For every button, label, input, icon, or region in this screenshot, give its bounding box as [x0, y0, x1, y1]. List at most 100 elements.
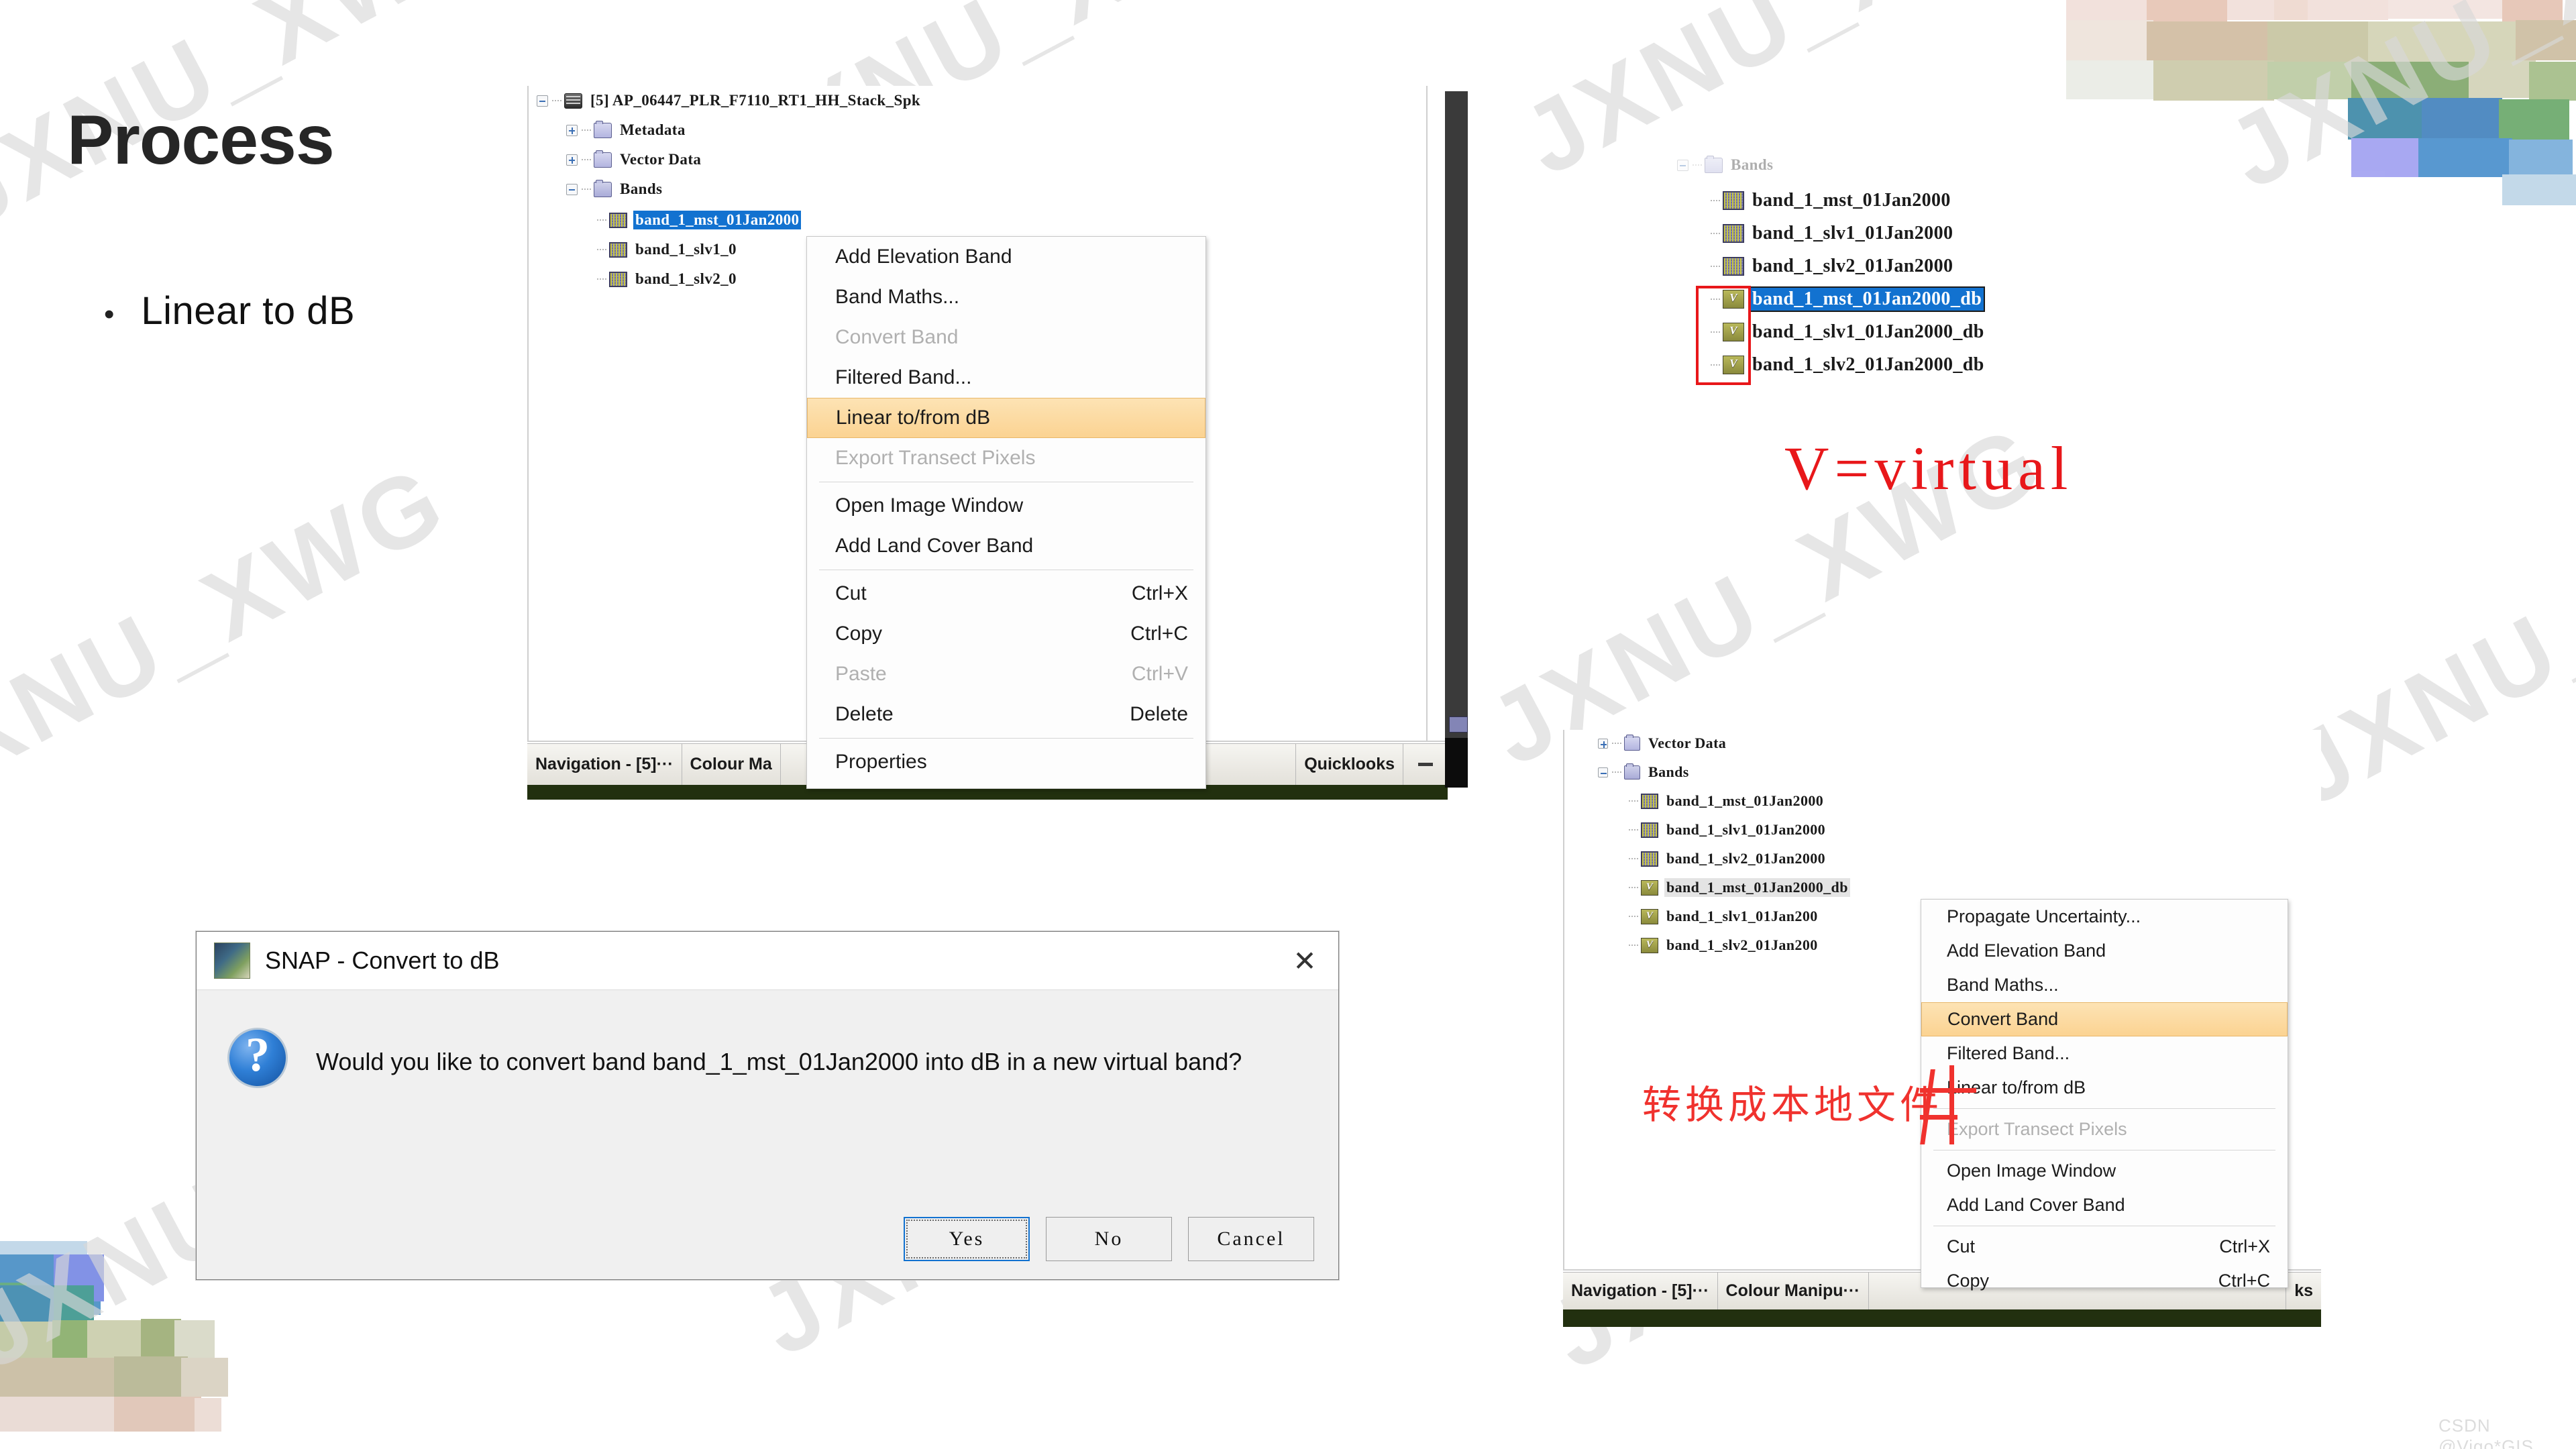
tree-node-vector-data[interactable]: Vector Data	[566, 150, 703, 169]
menu-item-band-maths[interactable]: Band Maths...	[807, 277, 1205, 317]
tree-node-band[interactable]: band_1_mst_01Jan2000	[1629, 792, 1825, 810]
virtual-band-icon: V	[1641, 908, 1658, 924]
tree-node-vector-data[interactable]: Vector Data	[1598, 734, 1728, 753]
menu-item-band-maths[interactable]: Band Maths...	[1921, 968, 2288, 1002]
yes-button[interactable]: Yes	[904, 1217, 1030, 1261]
dialog-titlebar: SNAP - Convert to dB ✕	[197, 932, 1338, 990]
cancel-button[interactable]: Cancel	[1188, 1217, 1314, 1261]
menu-item-accelerator: Ctrl+C	[2218, 1271, 2270, 1291]
tree-connector	[552, 99, 561, 102]
tree-node-root[interactable]: [5] AP_06447_PLR_F7110_RT1_HH_Stack_Spk	[537, 91, 922, 110]
menu-item-label: Cut	[1947, 1236, 1976, 1256]
tree-connector	[597, 278, 606, 280]
bottom-right-window-image-strip	[1563, 1309, 2321, 1327]
tree-node-virtual-band[interactable]: V band_1_slv2_01Jan200	[1629, 936, 1820, 955]
tree-node-label: band_1_mst_01Jan2000	[1752, 190, 1951, 211]
tree-node-label: band_1_slv1_01Jan2000_db	[1752, 321, 1984, 342]
menu-item-filtered-band[interactable]: Filtered Band...	[807, 358, 1205, 398]
minimize-icon[interactable]	[1403, 744, 1448, 785]
menu-item-copy[interactable]: Copy Ctrl+C	[1921, 1264, 2288, 1298]
menu-item-linear-to-from-db[interactable]: Linear to/from dB	[807, 398, 1205, 438]
menu-item-filtered-band[interactable]: Filtered Band...	[1921, 1036, 2288, 1071]
top-right-tree[interactable]: Bands band_1_mst_01Jan2000 band_1_slv1_0…	[1670, 154, 2341, 436]
menu-item-label: Add Land Cover Band	[1947, 1195, 2125, 1215]
collapse-icon[interactable]	[566, 183, 578, 195]
menu-item-add-land-cover-band[interactable]: Add Land Cover Band	[807, 526, 1205, 566]
menu-item-copy[interactable]: Copy Ctrl+C	[807, 614, 1205, 654]
tab-quicklooks[interactable]: ks	[2286, 1273, 2321, 1309]
tree-node-label: band_1_mst_01Jan2000_db	[1664, 878, 1850, 897]
menu-item-label: Open Image Window	[1947, 1161, 2116, 1181]
menu-item-label: Add Elevation Band	[835, 246, 1012, 268]
menu-item-label: Band Maths...	[1947, 975, 2059, 995]
tree-node-label: band_1_slv2_01Jan2000	[1752, 256, 1953, 276]
band-icon	[609, 241, 627, 258]
menu-item-linear-to-from-db[interactable]: Linear to/from dB	[1921, 1071, 2288, 1105]
tree-node-bands-header[interactable]: Bands	[1677, 155, 1775, 174]
tab-colour-manipulation[interactable]: Colour Ma	[682, 744, 781, 785]
band-icon	[1641, 793, 1658, 809]
menu-item-label: Add Land Cover Band	[835, 535, 1034, 557]
tree-node-band[interactable]: band_1_slv2_0	[597, 270, 739, 288]
watermark-tile: JXNU_XWG	[0, 442, 465, 827]
tree-node-band[interactable]: band_1_mst_01Jan2000	[597, 211, 802, 229]
menu-item-add-elevation-band[interactable]: Add Elevation Band	[1921, 934, 2288, 968]
menu-item-add-land-cover-band[interactable]: Add Land Cover Band	[1921, 1188, 2288, 1222]
menu-item-label: Convert Band	[835, 326, 959, 348]
tree-node-label: [5] AP_06447_PLR_F7110_RT1_HH_Stack_Spk	[590, 92, 921, 109]
dialog-body: Would you like to convert band band_1_ms…	[197, 990, 1338, 1280]
tree-node-virtual-band[interactable]: V band_1_mst_01Jan2000_db	[1629, 878, 1850, 897]
tree-node-virtual-band[interactable]: V band_1_slv1_01Jan2000_db	[1711, 321, 1986, 343]
tree-connector	[1629, 828, 1638, 831]
collapse-icon[interactable]	[1677, 159, 1688, 171]
tree-node-band[interactable]: band_1_mst_01Jan2000	[1711, 189, 1953, 212]
tree-node-label: band_1_mst_01Jan2000	[1666, 792, 1824, 809]
tree-connector	[1629, 915, 1638, 918]
tree-connector	[597, 248, 606, 251]
tree-node-metadata[interactable]: Metadata	[566, 120, 688, 140]
tab-navigation[interactable]: Navigation - [5]···	[1563, 1273, 1718, 1309]
tree-node-label: band_1_mst_01Jan2000_db	[1748, 286, 1986, 312]
no-button[interactable]: No	[1046, 1217, 1172, 1261]
close-icon[interactable]: ✕	[1271, 945, 1338, 977]
slide-canvas: JXNU_XWG JXNU_XWG JXNU_XWG JXNU_XWG JXNU…	[0, 0, 2576, 1449]
menu-item-cut[interactable]: Cut Ctrl+X	[807, 574, 1205, 614]
tree-node-label: Vector Data	[620, 151, 702, 168]
collapse-icon[interactable]	[537, 95, 548, 107]
virtual-annotation: V=virtual	[1784, 434, 2074, 502]
tab-colour-manipulation[interactable]: Colour Manipu···	[1717, 1273, 1869, 1309]
tree-node-virtual-band[interactable]: V band_1_slv1_01Jan200	[1629, 907, 1820, 926]
tree-node-label: Bands	[620, 180, 663, 197]
tree-node-virtual-band[interactable]: V band_1_slv2_01Jan2000_db	[1711, 354, 1986, 376]
tree-node-band[interactable]: band_1_slv1_01Jan2000	[1629, 820, 1827, 839]
left-context-menu[interactable]: Add Elevation Band Band Maths... Convert…	[806, 236, 1206, 789]
tree-node-band[interactable]: band_1_slv1_0	[597, 240, 739, 259]
tree-node-bands[interactable]: Bands	[566, 179, 664, 199]
menu-item-open-image-window[interactable]: Open Image Window	[807, 486, 1205, 526]
menu-item-convert-band[interactable]: Convert Band	[1921, 1002, 2288, 1036]
expand-icon[interactable]	[566, 154, 578, 166]
tree-node-virtual-band[interactable]: V band_1_mst_01Jan2000_db	[1711, 286, 1986, 312]
tree-node-band[interactable]: band_1_slv2_01Jan2000	[1629, 849, 1827, 868]
tab-navigation[interactable]: Navigation - [5]···	[527, 744, 682, 785]
menu-item-properties[interactable]: Properties	[807, 742, 1205, 782]
band-icon	[1641, 822, 1658, 838]
menu-item-label: Filtered Band...	[1947, 1043, 2070, 1063]
menu-item-delete[interactable]: Delete Delete	[807, 694, 1205, 735]
menu-item-cut[interactable]: Cut Ctrl+X	[1921, 1230, 2288, 1264]
menu-item-label: Filtered Band...	[835, 366, 972, 388]
tree-node-bands[interactable]: Bands	[1598, 763, 1691, 782]
collapse-icon[interactable]	[1598, 767, 1608, 777]
menu-item-propagate-uncertainty[interactable]: Propagate Uncertainty...	[1921, 900, 2288, 934]
tree-node-band[interactable]: band_1_slv2_01Jan2000	[1711, 255, 1955, 278]
menu-item-accelerator: Ctrl+X	[1131, 582, 1188, 604]
tree-connector	[1711, 232, 1720, 235]
bottom-right-context-menu[interactable]: Propagate Uncertainty... Add Elevation B…	[1921, 899, 2288, 1291]
expand-icon[interactable]	[1598, 738, 1608, 749]
tab-quicklooks[interactable]: Quicklooks	[1296, 744, 1403, 785]
expand-icon[interactable]	[566, 124, 578, 136]
menu-item-open-image-window[interactable]: Open Image Window	[1921, 1154, 2288, 1188]
menu-item-add-elevation-band[interactable]: Add Elevation Band	[807, 237, 1205, 277]
tree-node-band[interactable]: band_1_slv1_01Jan2000	[1711, 222, 1955, 245]
band-icon	[1723, 191, 1744, 210]
